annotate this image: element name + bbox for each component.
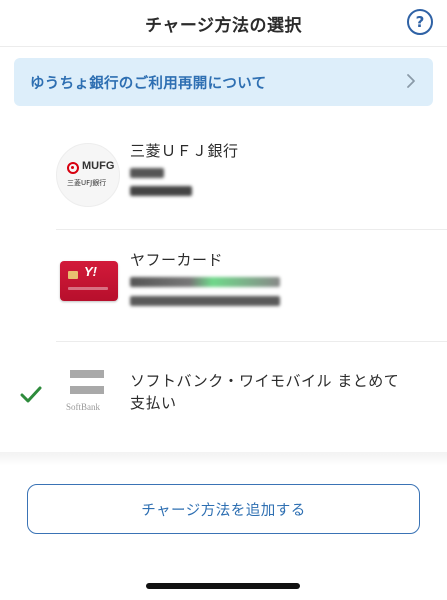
page-title: チャージ方法の選択 (145, 15, 302, 36)
yahoo-card-icon: Y! (60, 261, 118, 301)
help-icon[interactable]: ? (407, 9, 433, 35)
payment-method-name: ヤフーカード (130, 251, 224, 269)
payment-method-name: ソフトバンク・ワイモバイル まとめて支払い (130, 372, 400, 412)
softbank-bar (70, 386, 104, 394)
charge-method-screen: チャージ方法の選択 ? ゆうちょ銀行のご利用再開について MUFG 三菱UFJ銀… (0, 0, 447, 600)
chevron-right-icon (407, 74, 415, 88)
header-bar: チャージ方法の選択 ? (0, 0, 447, 47)
yahoo-logo-text: Y! (84, 264, 97, 279)
mufg-logo: MUFG 三菱UFJ銀行 (56, 143, 120, 207)
masked-account-info (130, 168, 164, 178)
card-stripe (68, 287, 108, 290)
notice-banner[interactable]: ゆうちょ銀行のご利用再開について (14, 58, 433, 106)
softbank-bar (70, 370, 104, 378)
softbank-logo: SoftBank (66, 368, 110, 414)
mufg-logo-subtext: 三菱UFJ銀行 (67, 179, 107, 187)
masked-card-number (130, 277, 280, 287)
add-charge-method-button[interactable]: チャージ方法を追加する (27, 484, 420, 534)
mufg-logo-text: MUFG (82, 160, 115, 172)
softbank-logo-text: SoftBank (66, 402, 101, 412)
payment-method-name: 三菱ＵＦＪ銀行 (130, 142, 239, 160)
add-charge-method-label: チャージ方法を追加する (141, 502, 306, 519)
section-shadow (0, 452, 447, 466)
home-indicator[interactable] (146, 583, 300, 589)
check-icon (20, 386, 42, 403)
masked-card-expiry (130, 296, 280, 306)
mufg-mark-icon (67, 162, 79, 174)
notice-text: ゆうちょ銀行のご利用再開について (30, 75, 267, 92)
masked-account-info (130, 186, 192, 196)
card-chip-icon (68, 271, 78, 279)
